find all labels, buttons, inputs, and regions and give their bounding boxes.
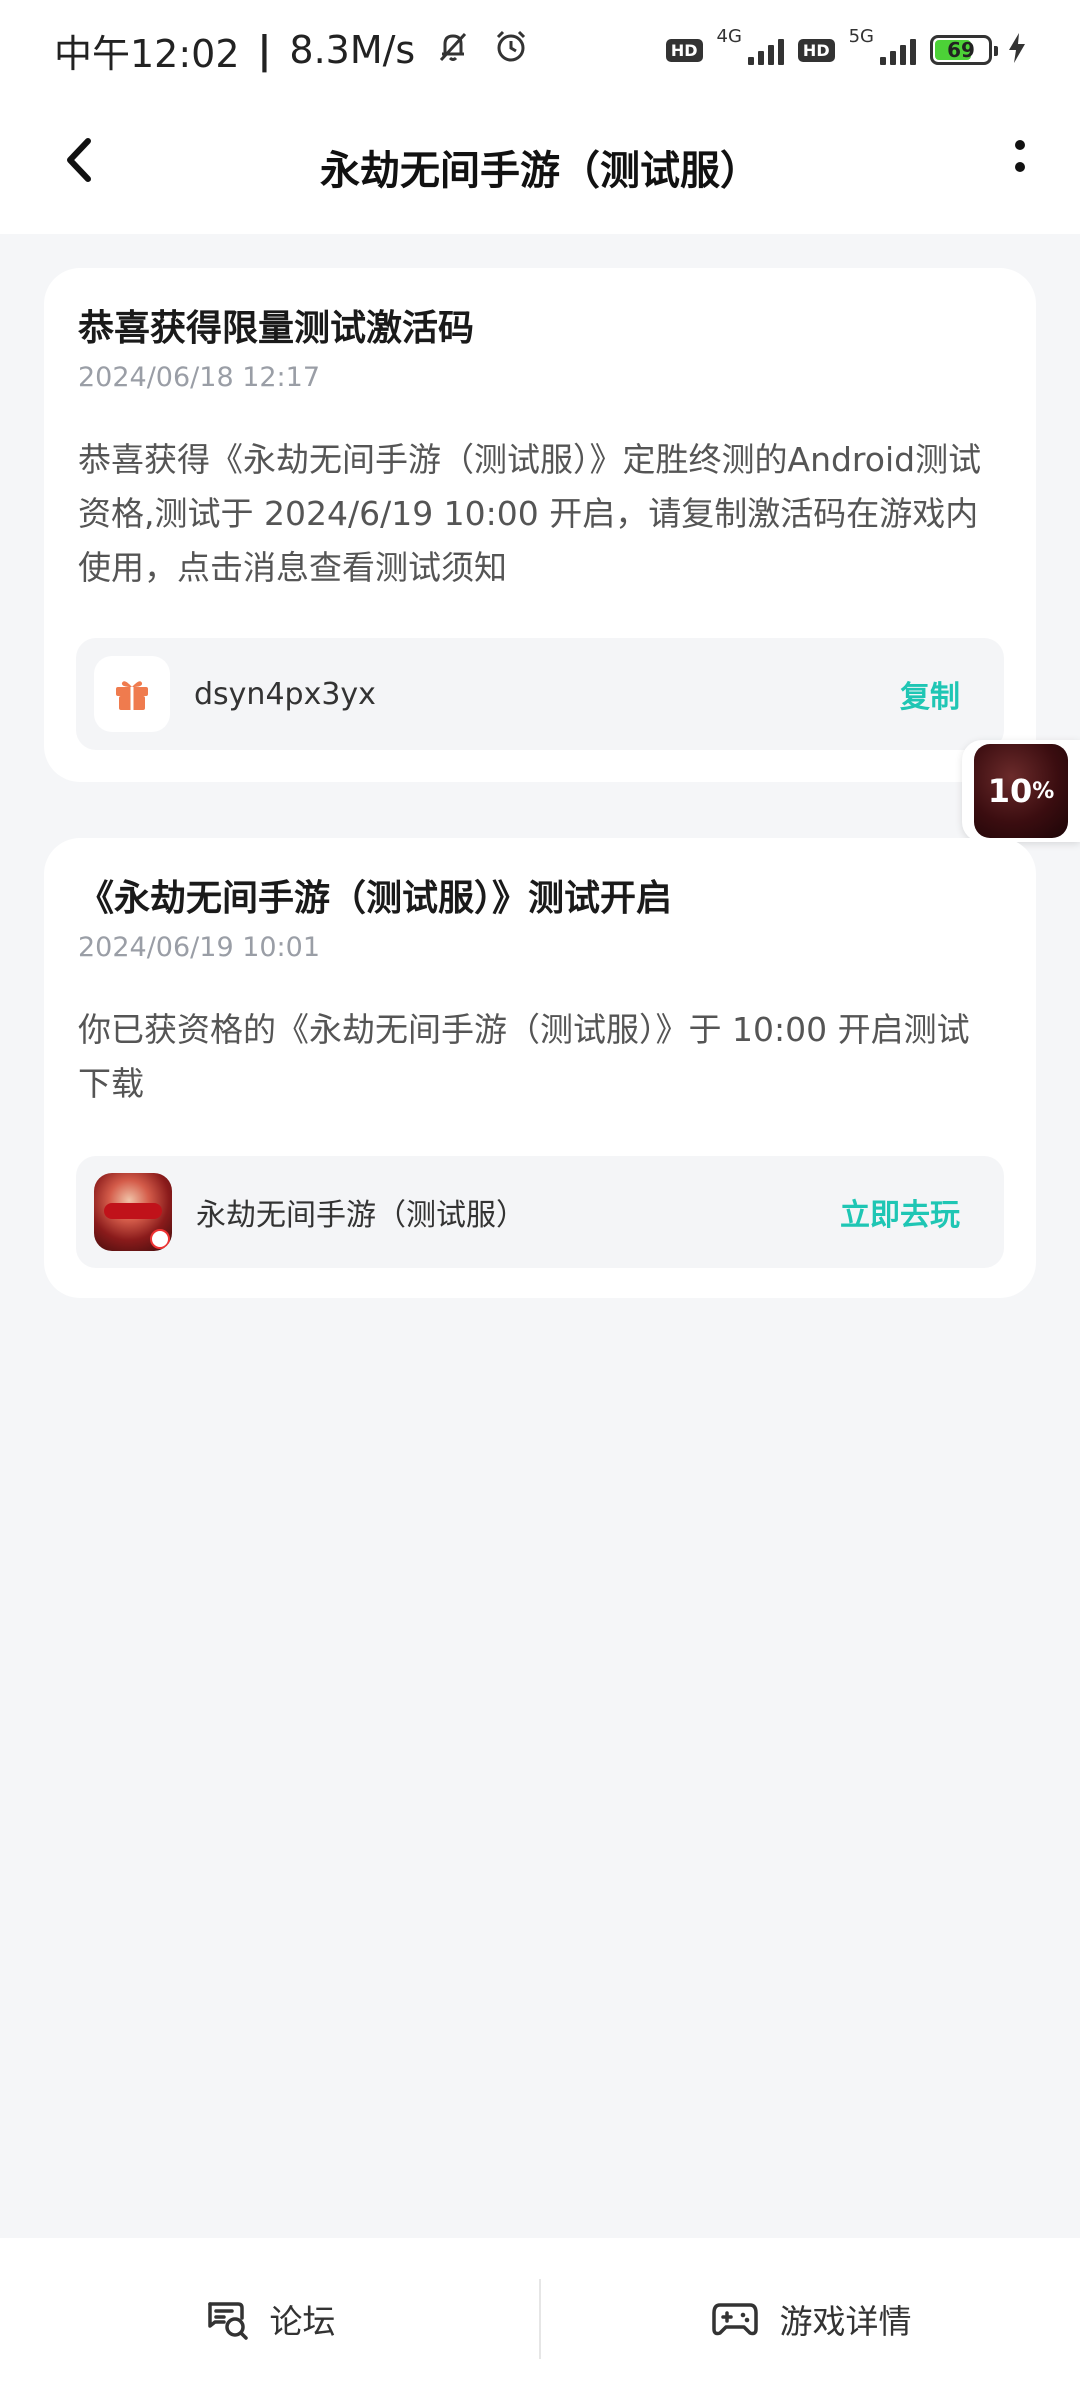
- nav-header: 永劫无间手游（测试服）: [0, 100, 1080, 234]
- hd-icon: HD: [665, 38, 703, 62]
- copy-button[interactable]: 复制: [900, 672, 960, 716]
- game-avatar: 10%: [974, 744, 1068, 838]
- progress-unit: %: [1032, 778, 1055, 804]
- game-thumbnail: [94, 1173, 172, 1251]
- forum-button[interactable]: 论坛: [0, 2238, 539, 2400]
- hd-icon: HD: [797, 38, 835, 62]
- status-time: 中午12:02: [54, 31, 240, 76]
- activation-code-row: dsyn4px3yx 复制: [76, 638, 1004, 750]
- status-separator: |: [257, 28, 272, 72]
- message-card[interactable]: 《永劫无间手游（测试服）》测试开启 2024/06/19 10:01 你已获资格…: [44, 838, 1036, 1298]
- game-detail-button[interactable]: 游戏详情: [541, 2238, 1080, 2400]
- network-speed: 8.3M/s: [289, 28, 416, 72]
- message-time: 2024/06/18 12:17: [78, 362, 321, 394]
- mute-bell-icon: [433, 26, 473, 75]
- charging-icon: [1006, 31, 1028, 69]
- play-now-button[interactable]: 立即去玩: [840, 1190, 960, 1234]
- forum-icon: [207, 2302, 248, 2340]
- alarm-icon: [491, 26, 531, 75]
- message-time: 2024/06/19 10:01: [78, 932, 321, 964]
- progress-value: 10: [987, 772, 1033, 810]
- game-name: 永劫无间手游（测试服）: [196, 1198, 526, 1233]
- floating-download-progress[interactable]: 10%: [962, 740, 1080, 842]
- signal-4g-icon: [747, 35, 784, 65]
- activation-code: dsyn4px3yx: [194, 676, 376, 712]
- status-bar: 中午12:02 | 8.3M/s HD 4G HD 5G 69: [0, 0, 1080, 100]
- signal-5g-icon: [880, 35, 916, 65]
- publisher-badge-icon: [150, 1229, 170, 1249]
- more-options-button[interactable]: [990, 128, 1050, 188]
- gamepad-icon: [711, 2303, 758, 2336]
- battery-icon: 69: [930, 35, 998, 65]
- game-launch-row: 永劫无间手游（测试服） 立即去玩: [76, 1156, 1004, 1268]
- back-button[interactable]: [50, 130, 110, 190]
- forum-label: 论坛: [269, 2302, 336, 2341]
- game-detail-label: 游戏详情: [779, 2302, 912, 2341]
- message-title: 恭喜获得限量测试激活码: [78, 308, 475, 349]
- chevron-left-icon: [67, 138, 91, 182]
- message-card[interactable]: 恭喜获得限量测试激活码 2024/06/18 12:17 恭喜获得《永劫无间手游…: [44, 268, 1036, 782]
- status-right: HD 4G HD 5G 69: [665, 26, 1028, 69]
- page-title: 永劫无间手游（测试服）: [320, 148, 760, 194]
- more-vertical-icon: [1015, 140, 1025, 172]
- message-body: 恭喜获得《永劫无间手游（测试服）》定胜终测的Android测试资格,测试于 20…: [78, 440, 982, 588]
- message-title: 《永劫无间手游（测试服）》测试开启: [78, 878, 673, 919]
- status-left: 中午12:02 | 8.3M/s: [54, 23, 531, 78]
- network-4g-label: 4G: [716, 25, 742, 47]
- gift-icon: [94, 656, 170, 732]
- bottom-bar: 论坛 游戏详情: [0, 2238, 1080, 2400]
- battery-level: 69: [947, 38, 975, 62]
- mask-shape: [104, 1203, 162, 1219]
- network-5g-label: 5G: [848, 25, 874, 47]
- message-body: 你已获资格的《永劫无间手游（测试服）》于 10:00 开启测试下载: [78, 1010, 970, 1104]
